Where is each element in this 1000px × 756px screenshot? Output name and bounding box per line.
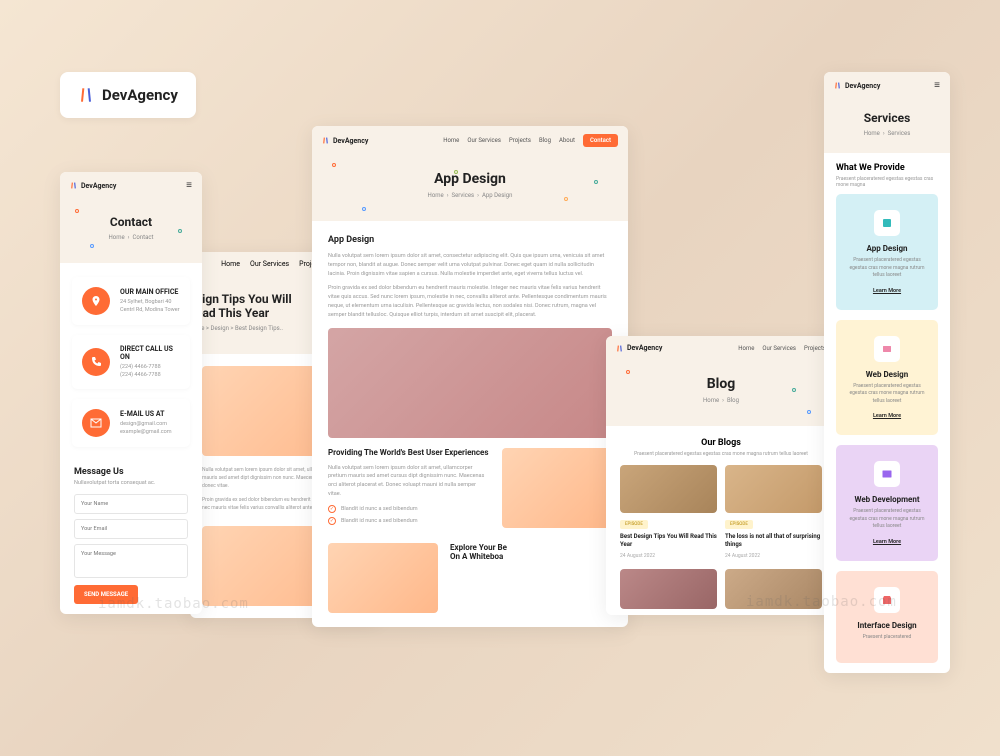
web-dev-icon xyxy=(874,461,900,487)
blog-card-1[interactable]: EPISODE Best Design Tips You Will Read T… xyxy=(620,465,717,559)
blog-panel: DevAgency HomeOur ServicesProjects Blog … xyxy=(606,336,836,615)
nav-about[interactable]: About xyxy=(559,137,575,144)
watermark-left: iamdk.taobao.com xyxy=(98,596,249,612)
services-panel: DevAgency ≡ Services Home›Services What … xyxy=(824,72,950,673)
brand-name: DevAgency xyxy=(102,86,178,104)
hamburger-icon[interactable]: ≡ xyxy=(186,180,192,191)
nav-home[interactable]: Home xyxy=(443,137,459,144)
blog-hero: Blog Home›Blog xyxy=(606,360,836,426)
service-interface[interactable]: Interface DesignPraesent placeratered xyxy=(836,571,938,664)
app-illustration-1 xyxy=(502,448,612,528)
mail-icon xyxy=(82,409,110,437)
app-hero-image xyxy=(328,328,612,438)
services-hamburger-icon[interactable]: ≡ xyxy=(934,80,940,91)
contact-mobile-panel: DevAgency ≡ Contact Home›Contact OUR MAI… xyxy=(60,172,202,614)
services-logo[interactable]: DevAgency xyxy=(834,82,880,90)
bullet-1: ✓Blandit id nunc a sed bibendum xyxy=(328,505,490,513)
web-design-icon xyxy=(874,336,900,362)
app-nav: Home Our Services Projects Blog About Co… xyxy=(443,134,618,147)
brand-logo-icon xyxy=(78,87,94,103)
contact-header: DevAgency ≡ xyxy=(60,172,202,199)
service-app-design[interactable]: App DesignPraesent placeratered egestas … xyxy=(836,194,938,310)
location-icon xyxy=(82,287,110,315)
email-card: E-MAIL US ATdesign@gmail.comexample@gmai… xyxy=(72,399,190,447)
bullet-2: ✓Blandit id nunc a sed bibendum xyxy=(328,517,490,525)
app-breadcrumb: Home›Services›App Design xyxy=(324,192,616,199)
app-design-icon xyxy=(874,210,900,236)
brand-logo-card: DevAgency xyxy=(60,72,196,118)
app-body: App Design Nulla volutpat sem lorem ipsu… xyxy=(312,221,628,627)
app-header: DevAgency Home Our Services Projects Blo… xyxy=(312,126,628,155)
contact-logo[interactable]: DevAgency xyxy=(70,182,116,190)
blog-title: Blog xyxy=(618,376,824,392)
nav-contact-button[interactable]: Contact xyxy=(583,134,618,147)
app-hero: App Design Home›Services›App Design xyxy=(312,155,628,221)
watermark-right: iamdk.taobao.com xyxy=(746,594,897,610)
phone-card: DIRECT CALL US ON(224) 4466-7788(224) 44… xyxy=(72,335,190,389)
phone-icon xyxy=(82,348,110,376)
app-title: App Design xyxy=(324,171,616,187)
app-design-panel: DevAgency Home Our Services Projects Blo… xyxy=(312,126,628,627)
blog-image-1 xyxy=(620,465,717,513)
app-illustration-2 xyxy=(328,543,438,613)
blog-logo[interactable]: DevAgency xyxy=(616,344,662,352)
services-header: DevAgency ≡ xyxy=(824,72,950,99)
blog-card-2[interactable]: EPISODE The loss is not all that of surp… xyxy=(725,465,822,559)
app-logo[interactable]: DevAgency xyxy=(322,137,368,145)
message-textarea[interactable] xyxy=(74,544,188,578)
service-web-dev[interactable]: Web DevelopmentPraesent placeratered ege… xyxy=(836,445,938,561)
service-web-design[interactable]: Web DesignPraesent placeratered egestas … xyxy=(836,320,938,436)
email-input[interactable] xyxy=(74,519,188,539)
contact-breadcrumb: Home›Contact xyxy=(72,234,190,241)
office-card: OUR MAIN OFFICE24 Sylhet, Bogbari 40Cent… xyxy=(72,277,190,325)
blog-header: DevAgency HomeOur ServicesProjects xyxy=(606,336,836,360)
message-form: Message Us Nullavolutpat torta consequat… xyxy=(60,457,202,614)
nav-projects[interactable]: Projects xyxy=(509,137,531,144)
blog-image-2 xyxy=(725,465,822,513)
nav-blog[interactable]: Blog xyxy=(539,137,551,144)
contact-title: Contact xyxy=(72,215,190,229)
nav-services[interactable]: Our Services xyxy=(467,137,501,144)
name-input[interactable] xyxy=(74,494,188,514)
contact-hero: Contact Home›Contact xyxy=(60,199,202,263)
blog-grid: EPISODE Best Design Tips You Will Read T… xyxy=(606,465,836,559)
